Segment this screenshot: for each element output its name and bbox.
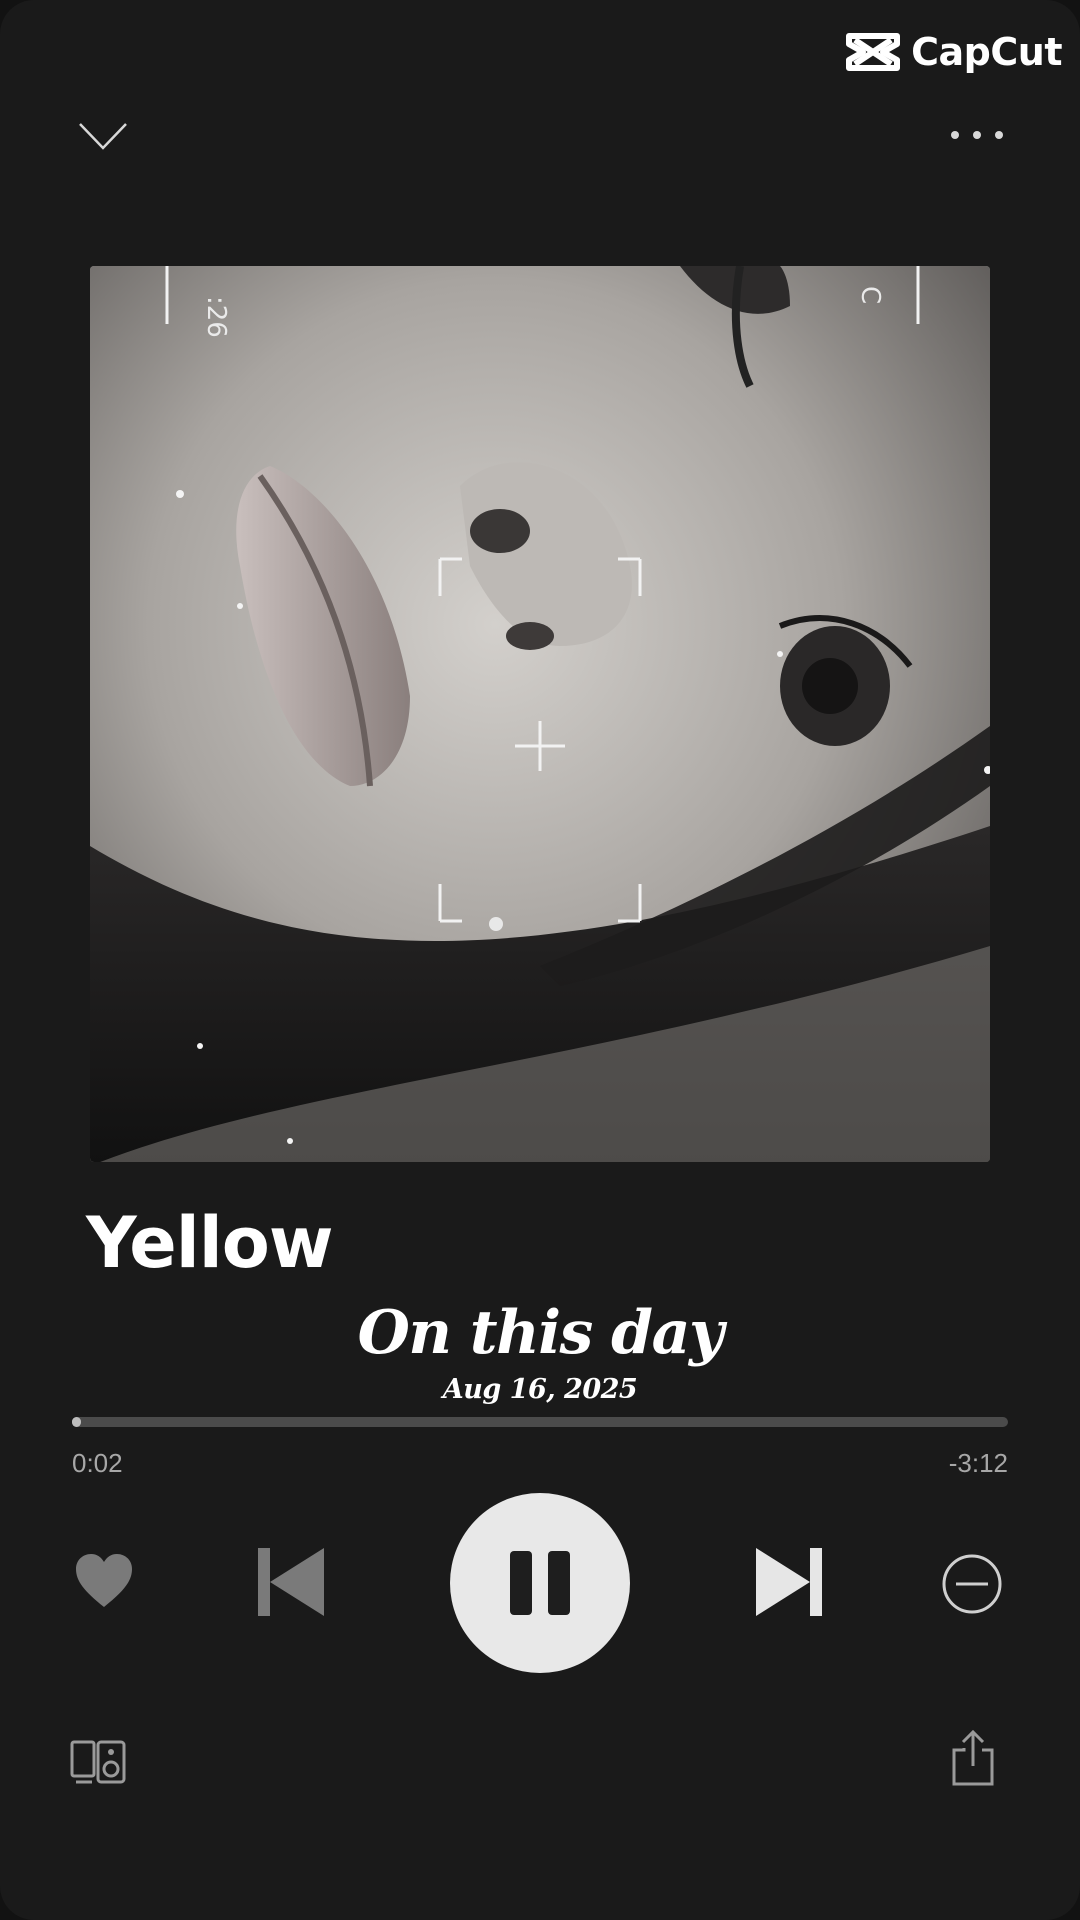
share-icon[interactable]: [950, 1730, 996, 1786]
heart-icon[interactable]: [74, 1553, 134, 1609]
capcut-watermark: CapCut: [845, 30, 1062, 74]
track-title: Yellow: [86, 1202, 333, 1284]
connect-devices-icon[interactable]: [70, 1738, 126, 1786]
album-artwork: :26 C: [90, 266, 990, 1162]
artwork-overlay-right: C: [855, 286, 885, 304]
remaining-time: -3:12: [948, 1448, 1008, 1478]
pause-button[interactable]: [450, 1493, 630, 1673]
track-date: Aug 16, 2025: [442, 1374, 638, 1405]
now-playing-screen: CapCut:26 C Yellow On this day Aug 16, …: [0, 0, 1080, 1920]
progress-bar[interactable]: [72, 1417, 1008, 1427]
minus-circle-icon[interactable]: [940, 1552, 1004, 1616]
pause-icon-bar-right: [548, 1551, 570, 1615]
track-subtitle: On this day: [357, 1298, 724, 1368]
skip-previous-icon[interactable]: [256, 1546, 326, 1618]
capcut-logo-icon: [846, 33, 901, 71]
chevron-down-icon[interactable]: [78, 120, 128, 152]
skip-next-icon[interactable]: [754, 1546, 824, 1618]
elapsed-time: 0:02: [72, 1448, 123, 1478]
more-horizontal-icon[interactable]: [950, 128, 1004, 142]
artwork-overlay-left: :26: [201, 296, 231, 338]
pause-icon-bar-left: [510, 1551, 532, 1615]
progress-fill: [72, 1417, 82, 1427]
capcut-brand-text: CapCut: [911, 30, 1062, 74]
